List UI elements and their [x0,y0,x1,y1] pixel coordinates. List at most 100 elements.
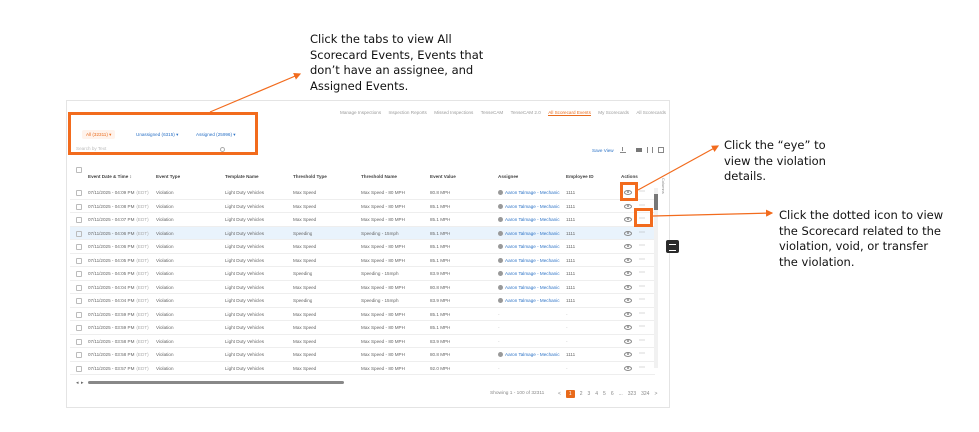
eye-icon[interactable] [624,311,632,317]
collapse-icon[interactable] [647,147,653,153]
table-row[interactable]: 07/11/2025 - 03:59 PM (EDT) Violation Light… [70,308,655,322]
pagination-page-1[interactable]: 1 [565,390,575,398]
table-row[interactable]: 07/11/2025 - 03:58 PM (EDT) Violation Light… [70,348,655,362]
eye-icon[interactable] [624,203,632,209]
vertical-scrollbar[interactable] [654,188,658,368]
eye-icon[interactable] [624,244,632,249]
tab-tensecam-2[interactable]: TenseCAM 2.0 [511,110,541,116]
row-checkbox[interactable] [76,298,82,304]
eye-icon[interactable] [624,230,632,236]
scroll-right-icon[interactable]: ▸ [81,380,84,386]
eye-icon[interactable] [624,325,632,330]
row-checkbox[interactable] [76,284,82,291]
row-checkbox[interactable] [76,244,82,250]
horizontal-scroll-thumb[interactable] [88,381,344,384]
table-row[interactable]: 07/11/2025 - 03:58 PM (EDT) Violation Light… [70,335,655,349]
pagination-page-5[interactable]: 5 [603,391,606,397]
eye-icon[interactable] [624,217,632,222]
eye-icon[interactable] [624,365,632,371]
more-options-icon[interactable]: ⋯ [639,362,645,376]
cell-assignee[interactable]: Aaron Talmage - Mechanic [498,227,560,241]
header-event-value[interactable]: Event Value [430,174,456,179]
table-row[interactable]: 07/11/2025 - 04:07 PM (EDT) Violation Light… [70,213,655,227]
cell-assignee[interactable]: Aaron Talmage - Mechanic [498,200,560,214]
row-checkbox[interactable] [76,311,82,318]
scroll-left-icon[interactable]: ◂ [76,380,79,386]
eye-icon[interactable] [624,284,632,290]
header-event-date[interactable]: Event Date & Time ↕ [88,174,132,179]
more-options-icon[interactable]: ⋯ [639,227,645,241]
more-options-icon[interactable]: ⋯ [639,186,645,200]
table-row[interactable]: 07/11/2025 - 04:09 PM (EDT) Violation Light… [70,186,655,200]
row-checkbox[interactable] [76,203,82,210]
row-checkbox[interactable] [76,338,82,345]
columns-side-tab[interactable]: Columns [658,178,666,206]
table-row[interactable]: 07/11/2025 - 03:59 PM (EDT) Violation Light… [70,321,655,335]
table-row[interactable]: 07/11/2025 - 04:04 PM (EDT) Violation Light… [70,294,655,308]
tab-inspection-reports[interactable]: Inspection Reports [389,110,427,116]
pagination-prev-button[interactable]: < [558,391,561,397]
pagination-page-6[interactable]: 6 [611,391,614,397]
header-event-type[interactable]: Event Type [156,174,180,179]
columns-icon[interactable] [636,148,642,152]
cell-assignee[interactable]: Aaron Talmage - Mechanic [498,254,560,268]
table-row[interactable]: 07/11/2025 - 04:06 PM (EDT) Violation Light… [70,226,655,241]
cell-assignee[interactable]: Aaron Talmage - Mechanic [498,348,560,362]
tab-missed-inspections[interactable]: Missed Inspections [434,110,473,116]
pagination-page-2[interactable]: 2 [580,391,583,397]
horizontal-scrollbar[interactable]: ◂ ▸ [76,380,658,386]
save-view-button[interactable]: Save View [592,148,614,153]
more-options-icon[interactable]: ⋯ [639,335,645,349]
pagination-page-3[interactable]: 3 [587,391,590,397]
more-options-icon[interactable]: ⋯ [639,240,645,254]
header-assignee[interactable]: Assignee [498,174,518,179]
row-checkbox[interactable] [76,352,82,358]
pagination-page-4[interactable]: 4 [595,391,598,397]
more-options-icon[interactable]: ⋯ [639,308,645,322]
table-row[interactable]: 07/11/2025 - 04:08 PM (EDT) Violation Light… [70,200,655,214]
cell-assignee[interactable]: Aaron Talmage - Mechanic [498,281,560,295]
row-checkbox[interactable] [76,365,82,372]
table-row[interactable]: 07/11/2025 - 04:04 PM (EDT) Violation Light… [70,281,655,295]
more-options-icon[interactable]: ⋯ [639,294,645,308]
vertical-scroll-thumb[interactable] [654,194,658,210]
eye-icon[interactable] [624,271,632,276]
cell-assignee[interactable]: Aaron Talmage - Mechanic [498,294,560,308]
eye-icon[interactable] [624,338,632,344]
pagination-page-323[interactable]: 323 [628,391,636,397]
select-all-checkbox[interactable] [76,167,82,173]
row-checkbox[interactable] [76,325,82,331]
tab-all-scorecards[interactable]: All Scorecards [636,110,666,116]
more-options-icon[interactable]: ⋯ [639,281,645,295]
header-threshold-type[interactable]: Threshold Type [293,174,327,179]
pagination-next-button[interactable]: > [654,391,657,397]
cell-assignee[interactable]: Aaron Talmage - Mechanic [498,186,560,200]
pagination-page-324[interactable]: 324 [641,391,649,397]
cell-assignee[interactable]: Aaron Talmage - Mechanic [498,240,560,254]
header-employee-id[interactable]: Employee ID [566,174,594,179]
table-row[interactable]: 07/11/2025 - 04:05 PM (EDT) Violation Light… [70,267,655,281]
header-template-name[interactable]: Template Name [225,174,259,179]
tab-my-scorecards[interactable]: My Scorecards [598,110,629,116]
cell-assignee[interactable]: Aaron Talmage - Mechanic [498,213,560,227]
header-threshold-name[interactable]: Threshold Name [361,174,397,179]
expand-icon[interactable] [658,147,664,153]
row-checkbox[interactable] [76,230,82,237]
eye-icon[interactable] [624,298,632,303]
eye-icon[interactable] [624,257,632,263]
cell-assignee[interactable]: Aaron Talmage - Mechanic [498,267,560,281]
table-row[interactable]: 07/11/2025 - 04:06 PM (EDT) Violation Light… [70,240,655,254]
more-options-icon[interactable]: ⋯ [639,267,645,281]
row-checkbox[interactable] [76,271,82,277]
download-icon[interactable] [620,147,626,153]
row-checkbox[interactable] [76,257,82,264]
row-checkbox[interactable] [76,190,82,196]
table-row[interactable]: 07/11/2025 - 04:05 PM (EDT) Violation Light… [70,254,655,268]
tab-manage-inspections[interactable]: Manage Inspections [340,110,381,116]
tab-all-scorecard-events[interactable]: All Scorecard Events [548,110,591,116]
more-options-icon[interactable]: ⋯ [639,321,645,335]
more-options-icon[interactable]: ⋯ [639,254,645,268]
table-row[interactable]: 07/11/2025 - 03:57 PM (EDT) Violation Light… [70,362,655,376]
eye-icon[interactable] [624,352,632,357]
more-options-icon[interactable]: ⋯ [639,348,645,362]
